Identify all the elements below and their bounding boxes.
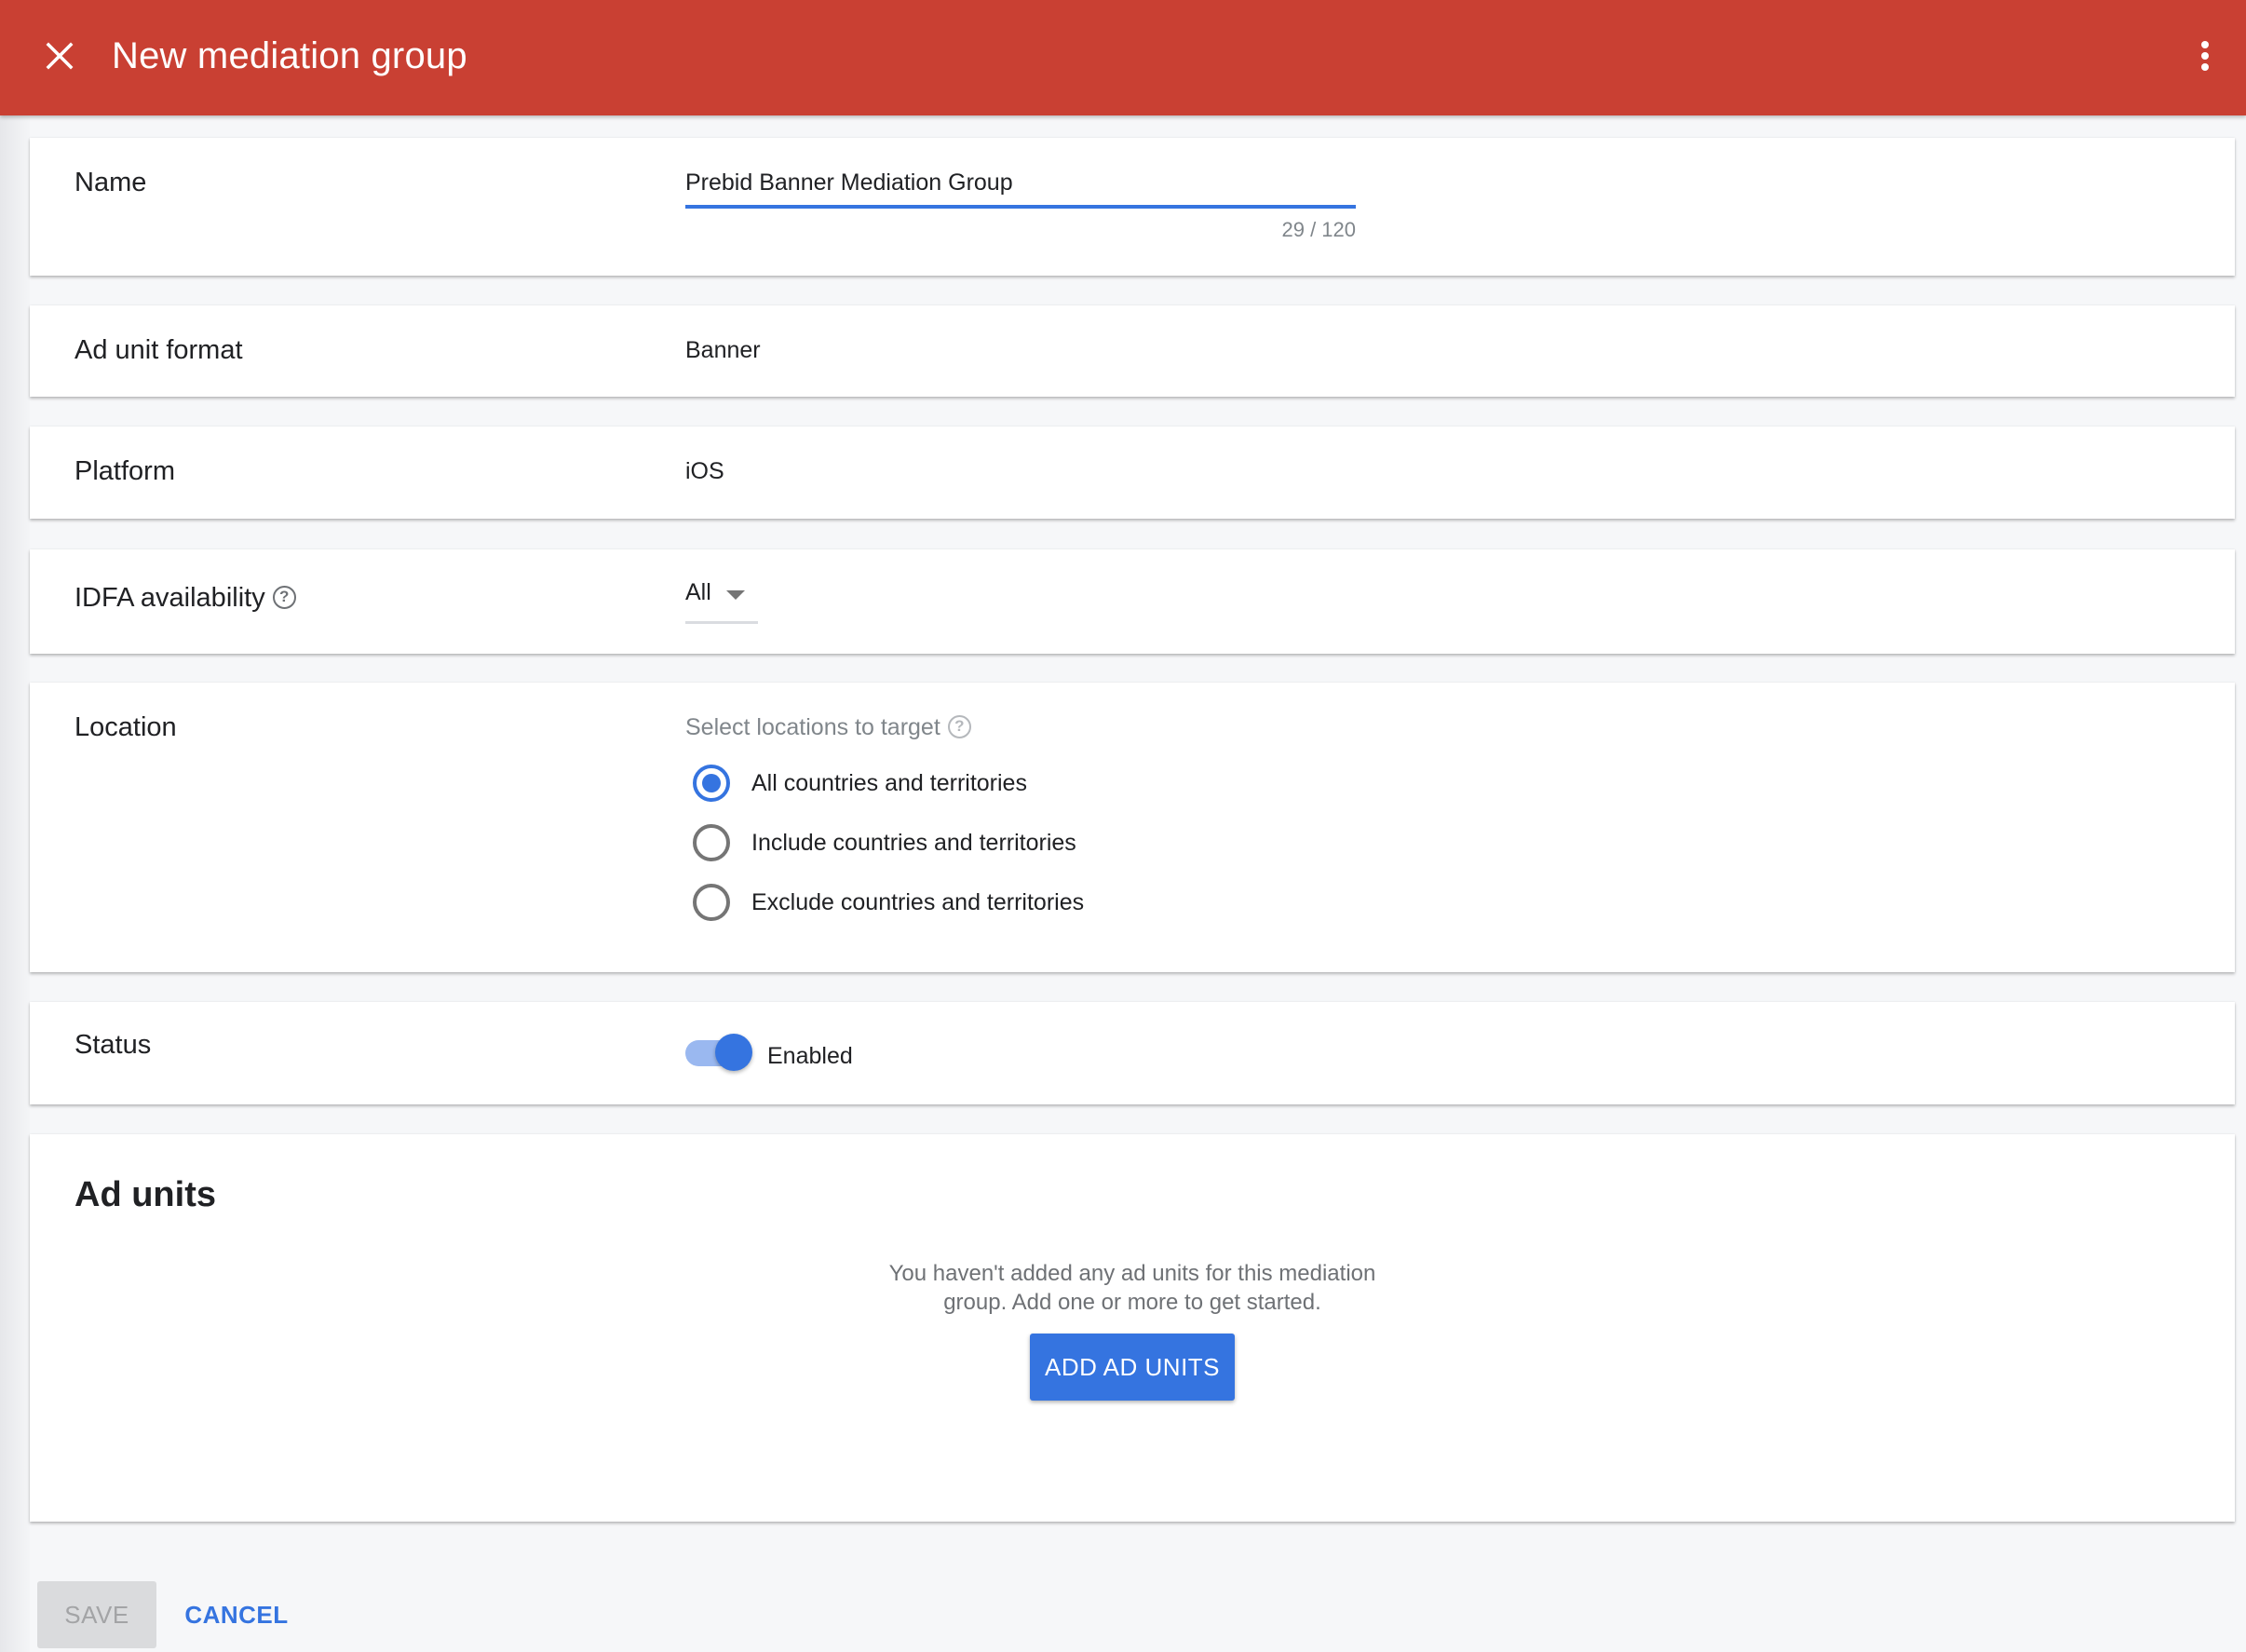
ad-unit-format-label: Ad unit format — [74, 335, 243, 365]
location-card: Location Select locations to target? All… — [30, 683, 2235, 972]
close-button[interactable] — [41, 35, 78, 76]
name-label: Name — [74, 168, 147, 197]
status-label: Status — [74, 1030, 152, 1060]
idfa-dropdown[interactable]: All — [685, 575, 758, 624]
location-hint: Select locations to target? — [685, 714, 971, 741]
empty-state-message: You haven't added any ad units for this … — [30, 1259, 2235, 1317]
radio-unchecked-icon[interactable] — [693, 824, 730, 861]
add-ad-units-button[interactable]: ADD AD UNITS — [1030, 1334, 1235, 1401]
location-hint-text: Select locations to target — [685, 714, 940, 740]
name-card: Name 29 / 120 — [30, 138, 2235, 276]
ad-units-title: Ad units — [74, 1175, 216, 1214]
empty-state-line: group. Add one or more to get started. — [943, 1290, 1321, 1315]
location-label: Location — [74, 712, 177, 742]
radio-checked-icon[interactable] — [693, 765, 730, 802]
page-edge-shade — [0, 115, 30, 1652]
radio-all-countries[interactable]: All countries and territories — [685, 763, 1027, 804]
platform-card: Platform iOS — [30, 427, 2235, 519]
radio-include-countries[interactable]: Include countries and territories — [685, 822, 1076, 863]
platform-value: iOS — [685, 458, 724, 484]
empty-state-line: You haven't added any ad units for this … — [888, 1261, 1376, 1286]
toggle-thumb[interactable] — [715, 1034, 752, 1071]
status-card: Status Enabled — [30, 1002, 2235, 1104]
radio-unchecked-icon[interactable] — [693, 884, 730, 921]
character-counter: 29 / 120 — [1281, 218, 1356, 241]
more-vert-icon-dot — [2201, 63, 2209, 71]
ad-units-card: Ad units You haven't added any ad units … — [30, 1134, 2235, 1522]
save-button[interactable]: SAVE — [37, 1581, 156, 1648]
cancel-button[interactable]: CANCEL — [171, 1581, 302, 1648]
ad-unit-format-value: Banner — [685, 337, 761, 363]
app-header: New mediation group — [0, 0, 2246, 115]
help-icon[interactable]: ? — [272, 585, 296, 609]
radio-exclude-countries[interactable]: Exclude countries and territories — [685, 882, 1084, 923]
more-vert-icon-dot — [2201, 52, 2209, 60]
help-icon[interactable]: ? — [947, 714, 971, 738]
more-vert-icon — [2201, 41, 2209, 48]
idfa-label: IDFA availability — [74, 583, 265, 613]
ad-unit-format-card: Ad unit format Banner — [30, 305, 2235, 397]
status-toggle-label: Enabled — [767, 1043, 853, 1069]
close-icon — [46, 42, 74, 70]
page-title: New mediation group — [112, 35, 467, 76]
dropdown-caret-icon — [726, 590, 745, 600]
platform-label: Platform — [74, 456, 175, 486]
radio-label: All countries and territories — [751, 769, 1027, 796]
more-options-button[interactable] — [2188, 35, 2222, 76]
radio-label: Exclude countries and territories — [751, 888, 1085, 915]
idfa-selected-value: All — [685, 579, 711, 605]
status-toggle[interactable] — [685, 1034, 752, 1071]
radio-label: Include countries and territories — [751, 829, 1076, 856]
idfa-label-row: IDFA availability? — [74, 583, 296, 614]
name-input[interactable] — [685, 160, 1356, 209]
idfa-card: IDFA availability? All — [30, 549, 2235, 654]
